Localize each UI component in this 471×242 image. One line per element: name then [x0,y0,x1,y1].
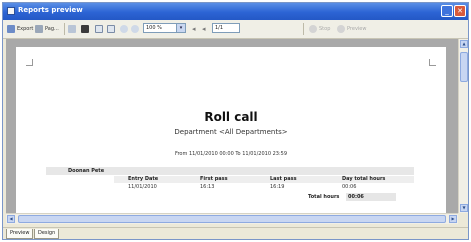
copy-icon [68,25,76,33]
total-hours-value: 00:06 [346,193,396,201]
page-margin-marker [429,59,436,66]
app-icon [7,7,15,15]
close-button[interactable]: ✕ [454,5,466,17]
cell-day-total: 00:06 [342,184,357,190]
report-title: Roll call [204,110,258,124]
zoom-out-icon [131,25,139,33]
person-name: Doonan Pete [68,168,105,174]
vertical-scrollbar[interactable]: ▲ ▼ [458,39,468,213]
binoculars-icon [81,25,89,33]
horizontal-scrollbar[interactable]: ◀ ▶ [6,213,458,224]
preview-area[interactable]: Roll call Department <All Departments> F… [6,39,458,213]
two-pages-button[interactable] [107,23,117,35]
page-number-input[interactable]: 1/1 [212,23,240,33]
scroll-right-arrow[interactable]: ▶ [449,215,457,223]
window-title: Reports preview [18,6,83,14]
minimize-button[interactable]: _ [441,5,453,17]
vertical-scroll-thumb[interactable] [460,52,468,82]
preview-button[interactable]: Preview [337,23,366,35]
page-setup-button[interactable]: Pag... [35,23,59,35]
two-pages-icon [107,25,115,33]
toolbar: Export Pag... 100 % ▾ ◂ ◂ 1/1 Stop Previ… [3,20,468,39]
page-setup-icon [35,25,43,33]
zoom-select[interactable]: 100 % [143,23,177,33]
cell-last-pass: 16:19 [270,184,285,190]
toolbar-separator [303,23,304,35]
export-button[interactable]: Export [7,23,33,35]
stop-icon [309,25,317,33]
column-header-day-total: Day total hours [342,176,386,182]
first-page-button[interactable]: ◂ [192,23,196,35]
column-header-first-pass: First pass [200,176,228,182]
cell-first-pass: 16:13 [200,184,215,190]
zoom-in-icon [120,25,128,33]
single-page-button[interactable] [95,23,105,35]
scroll-down-arrow[interactable]: ▼ [460,204,468,212]
report-department: Department <All Departments> [174,128,288,136]
toolbar-separator [64,23,65,35]
copy-button[interactable] [68,23,78,35]
find-button[interactable] [81,23,91,35]
zoom-dropdown-button[interactable]: ▾ [176,23,186,33]
horizontal-scroll-thumb[interactable] [18,215,446,223]
zoom-out-button[interactable] [131,23,141,35]
report-page: Roll call Department <All Departments> F… [16,47,446,213]
prev-page-button[interactable]: ◂ [202,23,206,35]
stop-button[interactable]: Stop [309,23,330,35]
title-bar[interactable]: Reports preview _ ✕ [3,3,468,20]
scroll-up-arrow[interactable]: ▲ [460,40,468,48]
tab-preview[interactable]: Preview [6,229,34,239]
single-page-icon [95,25,103,33]
view-tabs: Preview Design [3,227,468,239]
cell-entry-date: 11/01/2010 [128,184,157,190]
reports-preview-window: Reports preview _ ✕ Export Pag... 100 % … [2,2,469,240]
tab-design[interactable]: Design [34,229,60,239]
report-date-range: From 11/01/2010 00:00 To 11/01/2010 23:5… [174,151,288,157]
scroll-left-arrow[interactable]: ◀ [7,215,15,223]
total-hours-label: Total hours [308,194,340,200]
column-header-entry-date: Entry Date [128,176,159,182]
export-icon [7,25,15,33]
zoom-in-button[interactable] [120,23,130,35]
page-margin-marker [26,59,33,66]
column-header-last-pass: Last pass [270,176,297,182]
refresh-icon [337,25,345,33]
